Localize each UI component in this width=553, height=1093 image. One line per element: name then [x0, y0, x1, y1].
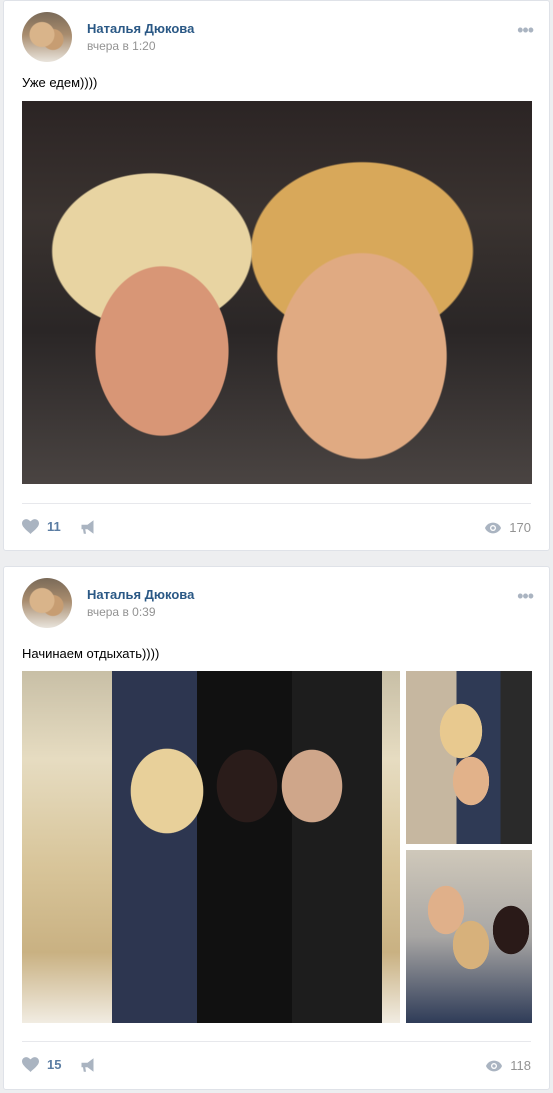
share-icon: [81, 520, 94, 534]
views-count: 118: [510, 1058, 531, 1073]
like-count: 15: [47, 1057, 62, 1072]
post-card: Наталья Дюкова вчера в 0:39 ••• Начинаем…: [3, 566, 550, 1090]
heart-icon: [22, 1057, 39, 1072]
post-card: Наталья Дюкова вчера в 1:20 ••• Уже едем…: [3, 0, 550, 551]
post-actions: 11 170: [22, 516, 531, 540]
views-counter: 170: [485, 520, 531, 535]
divider: [22, 503, 531, 504]
views-counter: 118: [486, 1058, 531, 1073]
share-icon: [81, 1058, 94, 1072]
like-count: 11: [47, 519, 61, 534]
views-count: 170: [509, 520, 531, 535]
avatar[interactable]: [22, 578, 72, 628]
like-button[interactable]: 15: [22, 1057, 61, 1072]
share-button[interactable]: [80, 1057, 98, 1078]
post-text: Начинаем отдыхать)))): [22, 646, 160, 661]
like-button[interactable]: 11: [22, 519, 61, 534]
post-time[interactable]: вчера в 1:20: [87, 39, 156, 53]
post-text: Уже едем)))): [22, 75, 98, 90]
post-photo-side[interactable]: [406, 850, 532, 1023]
post-author[interactable]: Наталья Дюкова: [87, 587, 194, 602]
divider: [22, 1041, 531, 1042]
post-actions: 15 118: [22, 1054, 531, 1078]
post-time[interactable]: вчера в 0:39: [87, 605, 156, 619]
eye-icon: [486, 1060, 503, 1071]
avatar[interactable]: [22, 12, 72, 62]
heart-icon: [22, 519, 39, 534]
post-photo-side[interactable]: [406, 671, 532, 844]
post-photo[interactable]: [22, 101, 532, 484]
more-icon[interactable]: •••: [517, 587, 534, 605]
post-photo-main[interactable]: [22, 671, 400, 1023]
share-button[interactable]: [80, 519, 98, 540]
eye-icon: [485, 522, 502, 533]
post-author[interactable]: Наталья Дюкова: [87, 21, 194, 36]
more-icon[interactable]: •••: [517, 21, 534, 39]
